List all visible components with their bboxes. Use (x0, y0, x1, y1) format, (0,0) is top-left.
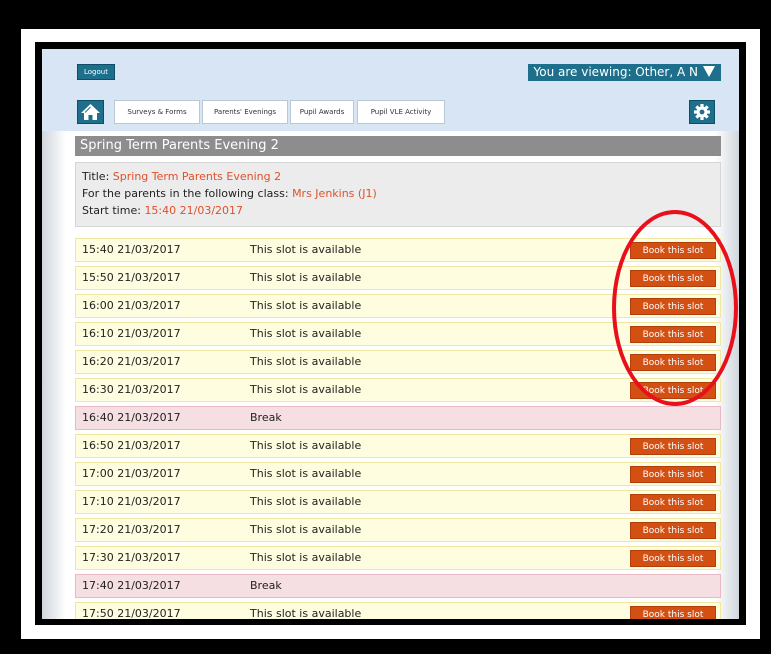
info-title-line: Title: Spring Term Parents Evening 2 (82, 168, 714, 185)
slot-time: 17:00 21/03/2017 (82, 467, 181, 480)
slot-row: 17:10 21/03/2017 This slot is available Bo… (75, 490, 721, 514)
annotation-circle (612, 210, 738, 406)
tab-pupil-awards[interactable]: Pupil Awards (290, 100, 354, 124)
viewing-as-dropdown[interactable]: You are viewing: Other, A N (527, 64, 721, 81)
break-row: 16:40 21/03/2017 Break (75, 406, 721, 430)
book-slot-button[interactable]: Book this slot (630, 494, 716, 511)
logout-button[interactable]: Logout (77, 64, 115, 80)
slot-time: 16:10 21/03/2017 (82, 327, 181, 340)
settings-button[interactable] (689, 100, 715, 124)
slot-row: 17:00 21/03/2017 This slot is available Bo… (75, 462, 721, 486)
info-class-label: For the parents in the following class: (82, 187, 289, 200)
slot-row: 16:30 21/03/2017 This slot is available Bo… (75, 378, 721, 402)
section-title: Spring Term Parents Evening 2 (75, 136, 721, 156)
gear-icon (694, 104, 710, 120)
slot-status: This slot is available (250, 355, 362, 368)
info-class-value: Mrs Jenkins (J1) (292, 187, 377, 200)
slot-time: 16:50 21/03/2017 (82, 439, 181, 452)
slot-status: This slot is available (250, 271, 362, 284)
book-slot-button[interactable]: Book this slot (630, 522, 716, 539)
slot-row: 17:30 21/03/2017 This slot is available Bo… (75, 546, 721, 570)
slot-time: 17:40 21/03/2017 (82, 579, 181, 592)
slot-time: 15:50 21/03/2017 (82, 271, 181, 284)
slot-time: 16:20 21/03/2017 (82, 355, 181, 368)
book-slot-button[interactable]: Book this slot (630, 550, 716, 567)
slot-time: 15:40 21/03/2017 (82, 243, 181, 256)
slot-status: This slot is available (250, 523, 362, 536)
slot-time: 17:10 21/03/2017 (82, 495, 181, 508)
slot-row: 17:20 21/03/2017 This slot is available Bo… (75, 518, 721, 542)
book-slot-button[interactable]: Book this slot (630, 606, 716, 619)
slot-status: This slot is available (250, 551, 362, 564)
evening-info-panel: Title: Spring Term Parents Evening 2 For… (75, 162, 721, 227)
slot-status: Break (250, 579, 282, 592)
tab-pupil-vle-activity[interactable]: Pupil VLE Activity (357, 100, 445, 124)
viewing-as-label: You are viewing: Other, A N (533, 65, 698, 79)
slot-status: This slot is available (250, 327, 362, 340)
home-button[interactable] (77, 100, 104, 124)
slot-time: 16:30 21/03/2017 (82, 383, 181, 396)
home-icon (81, 104, 100, 120)
info-title-value: Spring Term Parents Evening 2 (112, 170, 282, 183)
info-class-line: For the parents in the following class: … (82, 185, 714, 202)
info-title-label: Title: (82, 170, 110, 183)
slot-status: This slot is available (250, 467, 362, 480)
slot-status: This slot is available (250, 383, 362, 396)
slot-row: 16:50 21/03/2017 This slot is available Bo… (75, 434, 721, 458)
info-start-label: Start time: (82, 204, 141, 217)
break-row: 17:40 21/03/2017 Break (75, 574, 721, 598)
tab-parents-evenings[interactable]: Parents' Evenings (202, 100, 288, 124)
slot-time: 16:00 21/03/2017 (82, 299, 181, 312)
book-slot-button[interactable]: Book this slot (630, 438, 716, 455)
slot-status: This slot is available (250, 243, 362, 256)
info-start-value: 15:40 21/03/2017 (144, 204, 244, 217)
slot-time: 16:40 21/03/2017 (82, 411, 181, 424)
info-start-line: Start time: 15:40 21/03/2017 (82, 202, 714, 219)
slot-status: This slot is available (250, 607, 362, 619)
slot-row: 17:50 21/03/2017 This slot is available Bo… (75, 602, 721, 619)
top-bar: Logout You are viewing: Other, A N Surve… (42, 49, 739, 131)
slot-time: 17:50 21/03/2017 (82, 607, 181, 619)
book-slot-button[interactable]: Book this slot (630, 466, 716, 483)
slot-status: This slot is available (250, 299, 362, 312)
slot-status: This slot is available (250, 439, 362, 452)
slot-status: This slot is available (250, 495, 362, 508)
slot-time: 17:30 21/03/2017 (82, 551, 181, 564)
slot-status: Break (250, 411, 282, 424)
chevron-down-icon (703, 66, 715, 77)
tab-surveys-forms[interactable]: Surveys & Forms (114, 100, 200, 124)
slot-time: 17:20 21/03/2017 (82, 523, 181, 536)
